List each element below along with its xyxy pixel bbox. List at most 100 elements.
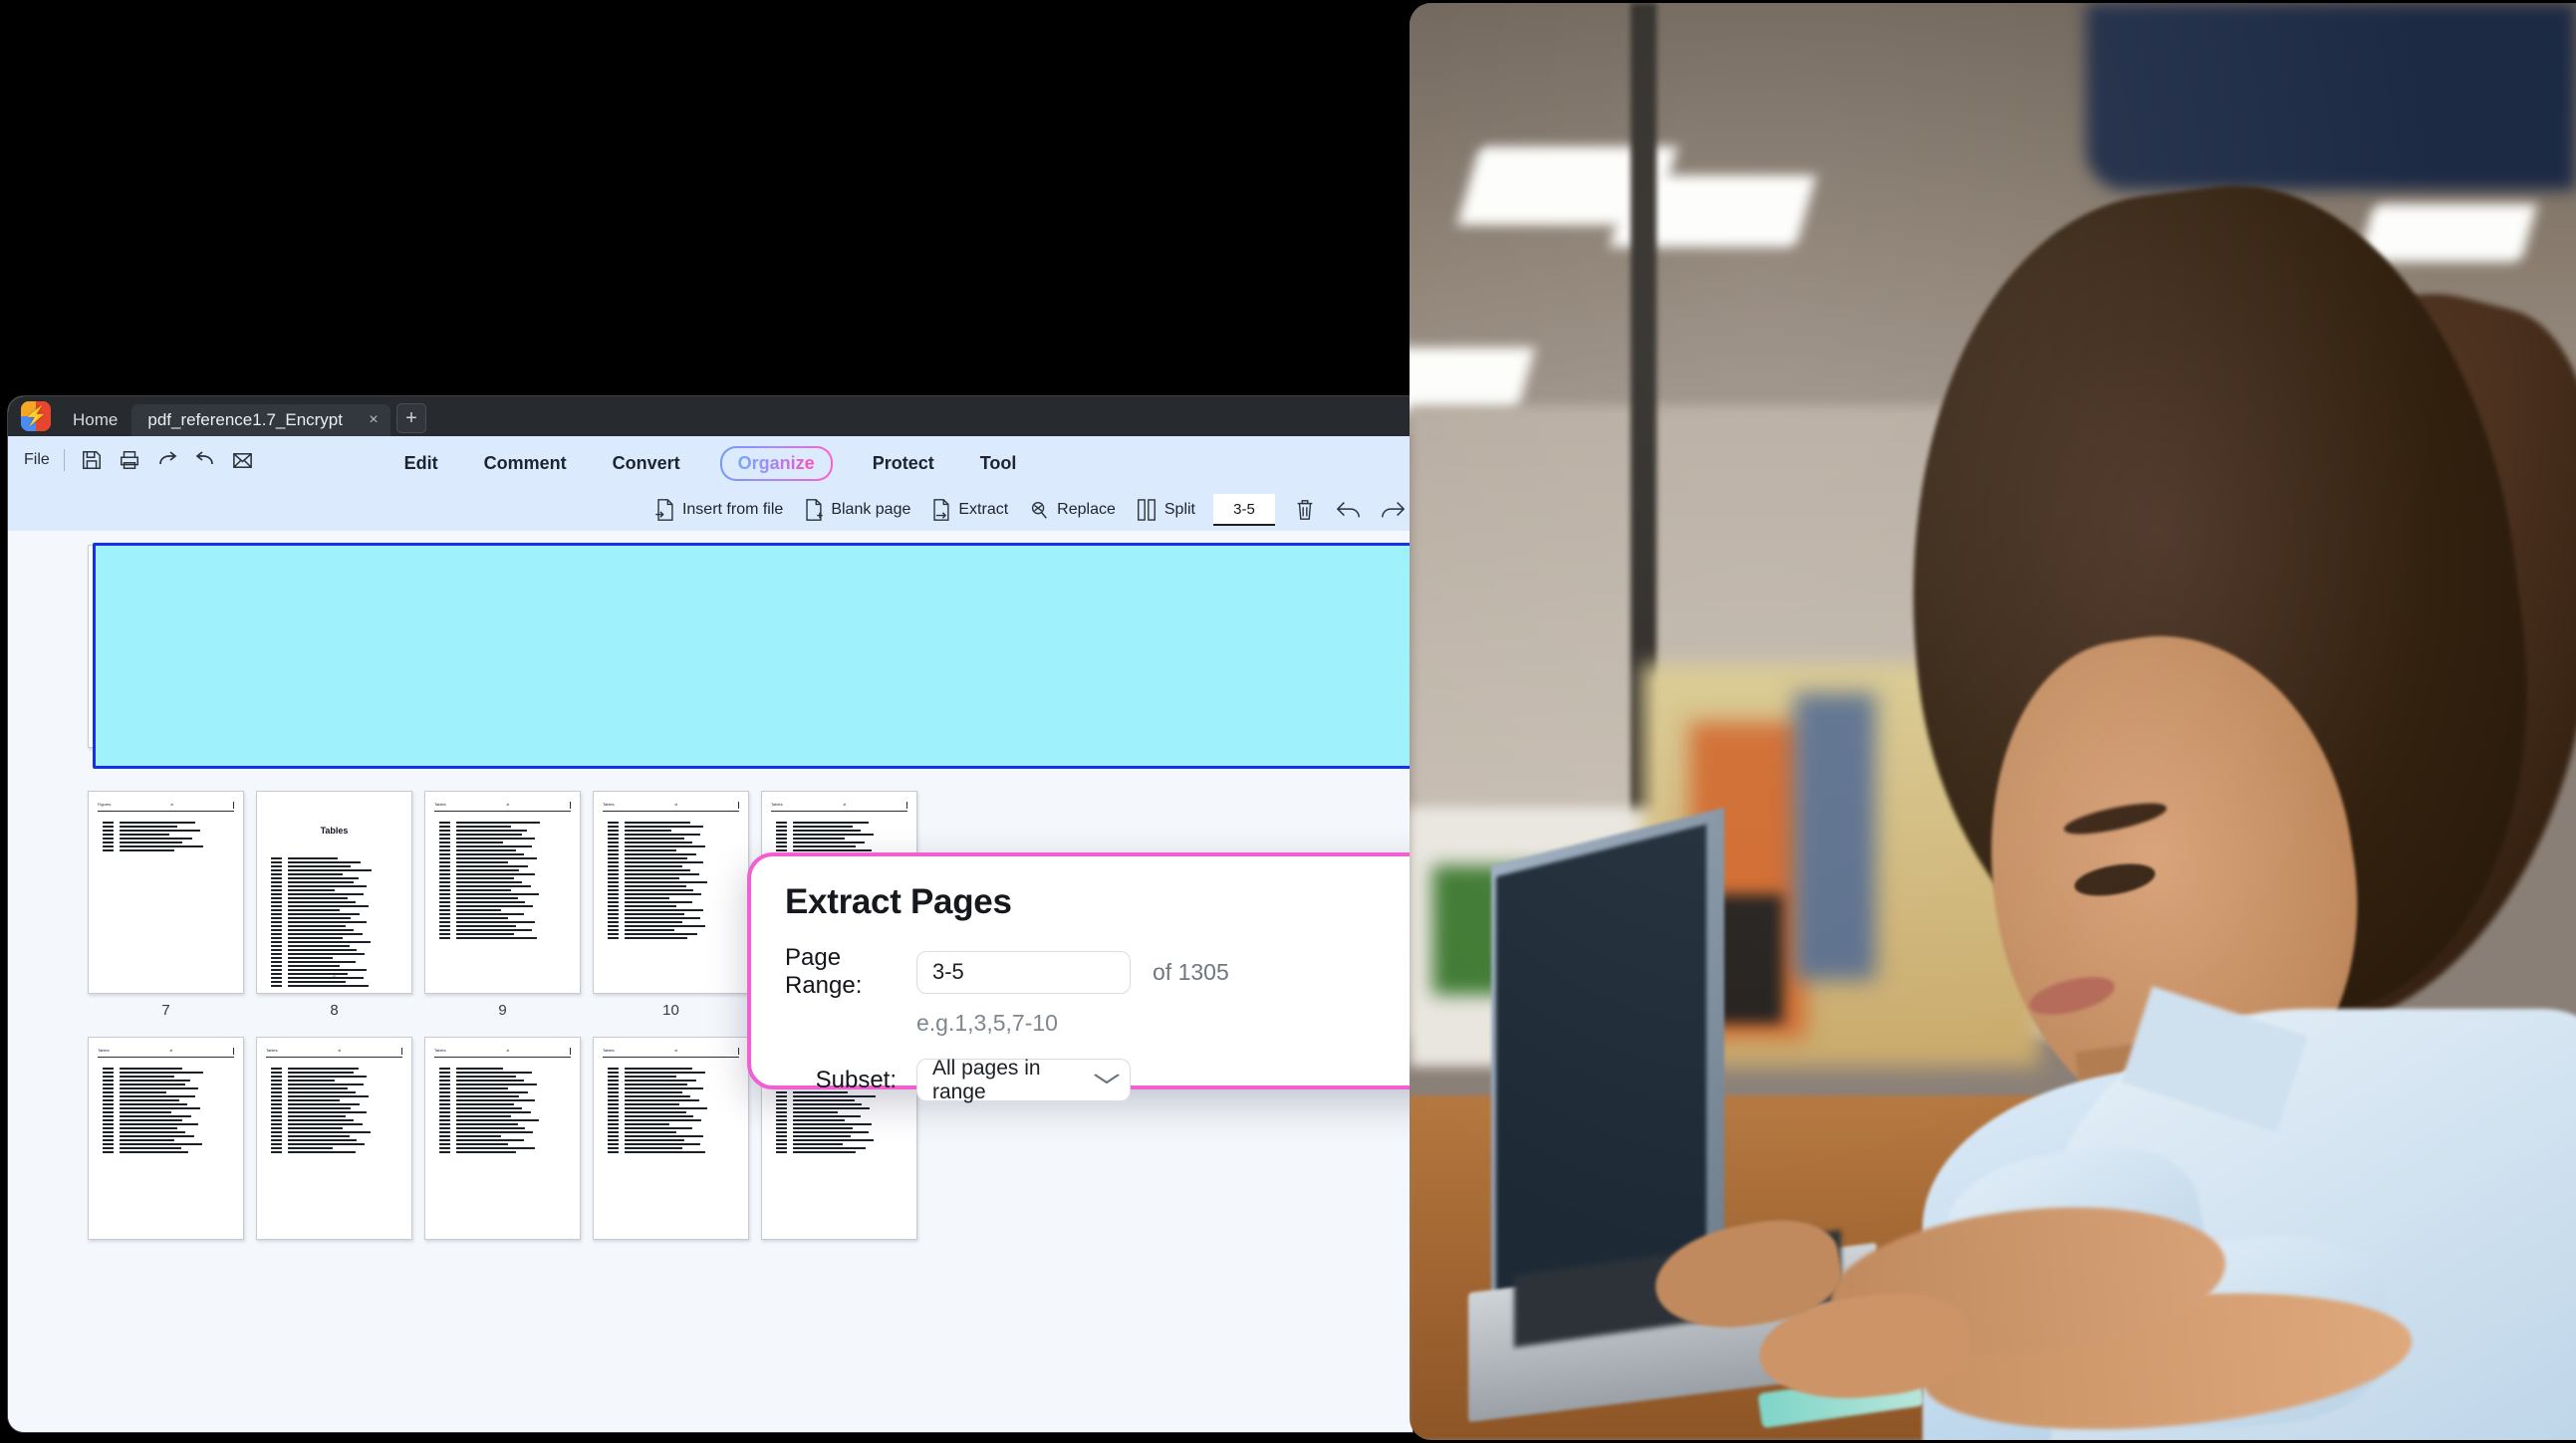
page-text-lines	[608, 1068, 738, 1155]
chevron-down-icon	[1094, 1072, 1121, 1089]
replace-button[interactable]: Replace	[1020, 496, 1124, 524]
tab-document-label: pdf_reference1.7_Encrypt	[147, 410, 343, 429]
tab-protect[interactable]: Protect	[867, 449, 940, 478]
tab-home-label: Home	[73, 410, 119, 429]
page-text-lines	[271, 1068, 401, 1155]
tab-protect-label: Protect	[872, 452, 934, 473]
extract-icon	[930, 498, 951, 522]
page-text-lines	[439, 822, 570, 941]
delete-pages-icon[interactable]	[1285, 493, 1325, 527]
app-logo-glyph: ⚡	[24, 405, 48, 427]
tab-convert[interactable]: Convert	[607, 449, 686, 478]
insert-from-file-label: Insert from file	[681, 501, 784, 518]
dialog-page-range-input[interactable]: 3-5	[916, 950, 1131, 994]
page-thumbnail[interactable]: Tables xi 10	[593, 791, 749, 1019]
page-number-label: 10	[662, 1002, 679, 1019]
page-number-label: 9	[498, 1002, 507, 1019]
page-number-label: 7	[161, 1002, 170, 1019]
page-running-header: Tablesxi	[603, 802, 739, 812]
tab-document[interactable]: pdf_reference1.7_Encrypt ×	[131, 404, 390, 436]
split-label: Split	[1163, 501, 1195, 518]
page-number-label: 8	[330, 1002, 339, 1019]
subset-selected-value: All pages in range	[932, 1056, 1041, 1103]
extract-pages-dialog: Extract Pages Page Range: 3-5 of 1305 e.…	[747, 852, 1522, 1103]
page-thumbnail[interactable]: Figures xi 7	[88, 791, 244, 1019]
page-range-label: Page Range:	[785, 944, 863, 999]
ribbon-tabs: Edit Comment Convert Organize Protect To…	[8, 442, 1413, 484]
organize-toolbar: Insert from file Blank page Extract Repl…	[8, 488, 1413, 532]
page-running-header: Tablesxi	[771, 802, 907, 812]
extract-button[interactable]: Extract	[922, 495, 1016, 525]
page-preview[interactable]: Tablesxi	[424, 1037, 581, 1240]
page-range-hint: e.g.1,3,5,7-10	[916, 1010, 1058, 1036]
close-icon[interactable]: ×	[363, 409, 385, 431]
page-range-input[interactable]: 3-5	[1213, 494, 1275, 526]
page-text-lines	[103, 1068, 233, 1155]
insert-from-file-button[interactable]: Insert from file	[646, 495, 791, 525]
page-running-header: Tablesxi	[434, 802, 571, 812]
photo-ceiling-lamp	[2357, 204, 2538, 262]
page-preview[interactable]: Tables ii	[256, 791, 412, 994]
tab-bar: ⚡ Home pdf_reference1.7_Encrypt × +	[8, 396, 1413, 436]
page-preview[interactable]: Tablesxi	[424, 791, 581, 994]
page-heading: Tables	[320, 826, 349, 836]
replace-icon	[1028, 499, 1050, 521]
page-preview[interactable]: Tablesxi	[88, 1037, 244, 1240]
replace-label: Replace	[1057, 501, 1116, 518]
page-running-header: Tablesxi	[266, 1048, 402, 1058]
split-icon	[1136, 498, 1158, 522]
photo-shelf-item	[1794, 692, 1877, 981]
page-thumbnail[interactable]: Tablesxi	[88, 1037, 244, 1248]
ribbon: File Edit Comment Convert Organize Prote…	[8, 436, 1413, 531]
subset-dropdown[interactable]: All pages in range	[916, 1056, 1131, 1103]
total-pages-label: of 1305	[1153, 958, 1229, 985]
page-preview[interactable]: Tablesxi	[593, 1037, 749, 1240]
page-preview[interactable]: Tablesxi	[593, 791, 749, 994]
extract-label: Extract	[958, 501, 1009, 518]
page-running-header: Figures xi	[98, 802, 234, 812]
selection-highlight	[93, 543, 1413, 769]
tab-edit[interactable]: Edit	[398, 449, 444, 478]
subset-label: Subset:	[815, 1066, 897, 1093]
page-preview[interactable]: Figures xi	[88, 791, 244, 994]
page-text-lines	[439, 1068, 570, 1155]
page-footer: ii	[333, 975, 336, 981]
page-preview[interactable]: Tablesxi	[256, 1037, 412, 1240]
photo-ceiling-lamp	[1410, 348, 1536, 413]
page-running-header: Tablesxi	[434, 1048, 571, 1058]
app-logo-icon: ⚡	[21, 401, 51, 431]
tab-edit-label: Edit	[403, 452, 438, 473]
page-thumbnail[interactable]: Tables ii 8	[256, 791, 412, 1019]
page-running-header: Tablesxi	[603, 1048, 739, 1058]
page-thumbnail[interactable]: Tables xi 9	[424, 791, 581, 1019]
subset-row: Subset: All pages in range	[785, 1056, 1484, 1103]
blank-page-button[interactable]: Blank page	[795, 495, 918, 525]
page-text-lines	[271, 857, 401, 988]
tab-tool[interactable]: Tool	[974, 449, 1023, 478]
tab-tool-label: Tool	[979, 452, 1017, 473]
tab-organize[interactable]: Organize	[720, 446, 833, 481]
page-range-row: Page Range: 3-5 of 1305	[785, 944, 1484, 1000]
photo-navy-ceiling-panel	[2086, 3, 2576, 190]
new-tab-button[interactable]: +	[395, 403, 426, 433]
hero-photo	[1410, 3, 2576, 1440]
page-running-header: Tablesxi	[98, 1048, 234, 1058]
page-thumbnail[interactable]: Tablesxi	[256, 1037, 412, 1248]
tab-comment-label: Comment	[483, 452, 567, 473]
split-button[interactable]: Split	[1128, 495, 1203, 525]
blank-page-icon	[803, 498, 824, 522]
tab-comment[interactable]: Comment	[478, 449, 573, 478]
rotate-right-icon[interactable]	[1373, 493, 1413, 527]
insert-from-file-icon	[654, 498, 675, 522]
page-thumbnail[interactable]: Tablesxi	[593, 1037, 749, 1248]
photo-laptop-screen	[1495, 825, 1706, 1323]
tab-convert-label: Convert	[612, 452, 680, 473]
rotate-left-icon[interactable]	[1329, 493, 1369, 527]
blank-page-label: Blank page	[831, 501, 911, 518]
tab-organize-label: Organize	[737, 452, 815, 473]
page-text-lines	[608, 822, 738, 941]
page-text-lines	[103, 822, 233, 853]
dialog-title: Extract Pages	[785, 882, 1012, 921]
tab-home[interactable]: Home	[59, 404, 131, 436]
page-thumbnail[interactable]: Tablesxi	[424, 1037, 581, 1248]
